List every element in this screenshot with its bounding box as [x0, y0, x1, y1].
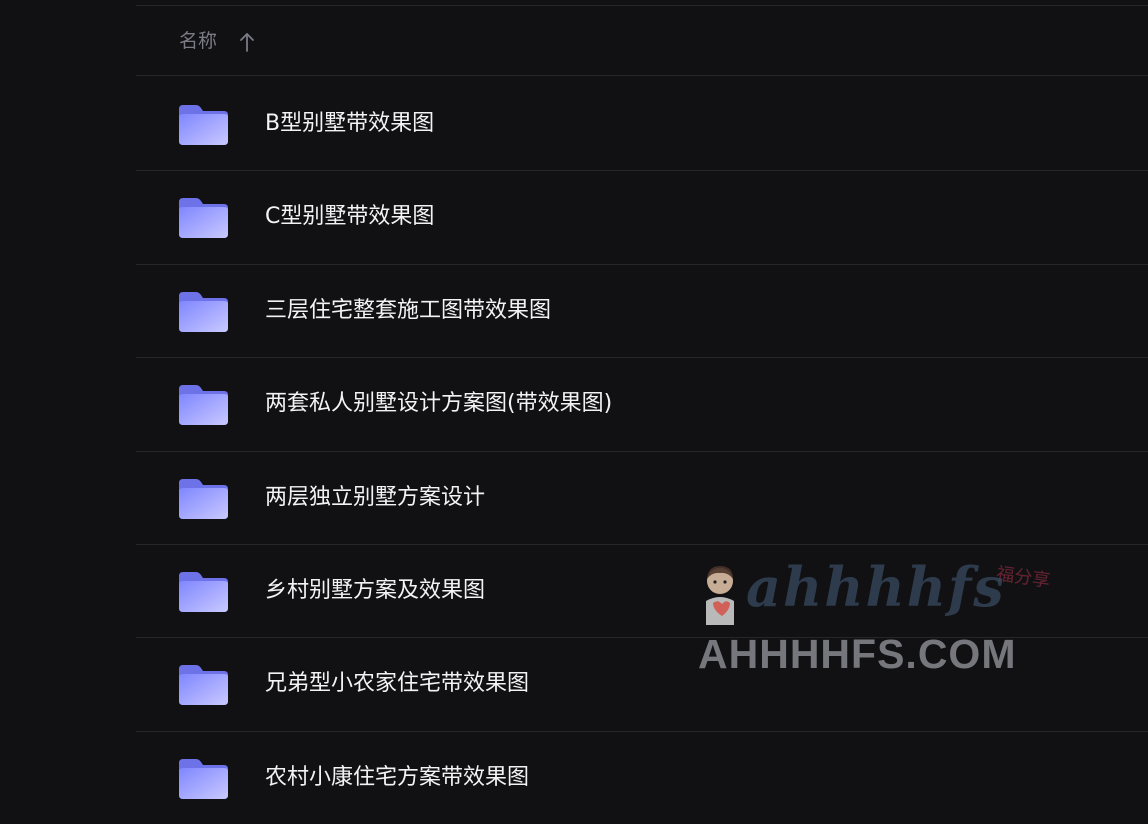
folder-icon — [179, 571, 228, 612]
watermark-domain-text: AHHHHFS.COM — [698, 631, 1017, 677]
folder-icon — [179, 198, 228, 239]
folder-rows: B型别墅带效果图 C型别墅带效果图 三层住宅整套施工图带效果图 两套私人别墅设计… — [136, 78, 1148, 824]
folder-icon — [179, 105, 228, 145]
folder-name: 兄弟型小农家住宅带效果图 — [265, 671, 530, 697]
watermark-badge: 福分享 — [995, 563, 1051, 591]
folder-name: 农村小康住宅方案带效果图 — [265, 764, 530, 790]
site-watermark: ahhhhfs AHHHHFS.COM 福分享 — [696, 553, 1056, 677]
folder-icon — [179, 385, 228, 426]
list-item[interactable]: 两套私人别墅设计方案图(带效果图) — [136, 358, 1148, 452]
folder-icon — [179, 478, 228, 519]
list-item[interactable]: 两层独立别墅方案设计 — [136, 452, 1148, 545]
watermark-badge-text: 福分享 — [995, 563, 1051, 591]
folder-icon — [179, 665, 228, 706]
list-item[interactable]: 三层住宅整套施工图带效果图 — [136, 265, 1148, 359]
folder-icon — [179, 291, 228, 332]
list-header: 名称 — [136, 6, 1148, 76]
mascot-icon — [706, 566, 734, 625]
watermark-script-text: ahhhhfs — [746, 555, 1006, 619]
file-list: 名称 B型别墅带效果图 C型别墅带效果图 三层住宅整套施工图带效果图 两套私人别… — [136, 0, 1148, 824]
list-item[interactable]: C型别墅带效果图 — [136, 171, 1148, 265]
folder-name: B型别墅带效果图 — [265, 111, 435, 136]
folder-name: 三层住宅整套施工图带效果图 — [265, 297, 552, 323]
folder-name: 乡村别墅方案及效果图 — [265, 577, 486, 603]
folder-name: 两套私人别墅设计方案图(带效果图) — [265, 391, 613, 417]
sidebar-gutter — [0, 0, 136, 824]
list-item[interactable]: 农村小康住宅方案带效果图 — [136, 732, 1148, 824]
sort-ascending-icon[interactable] — [238, 31, 256, 53]
list-item[interactable]: B型别墅带效果图 — [136, 78, 1148, 172]
folder-name: 两层独立别墅方案设计 — [265, 484, 486, 510]
name-column-header[interactable]: 名称 — [179, 28, 217, 54]
folder-name: C型别墅带效果图 — [265, 204, 435, 230]
file-browser-window: 名称 B型别墅带效果图 C型别墅带效果图 三层住宅整套施工图带效果图 两套私人别… — [0, 0, 1148, 824]
folder-icon — [179, 758, 228, 799]
